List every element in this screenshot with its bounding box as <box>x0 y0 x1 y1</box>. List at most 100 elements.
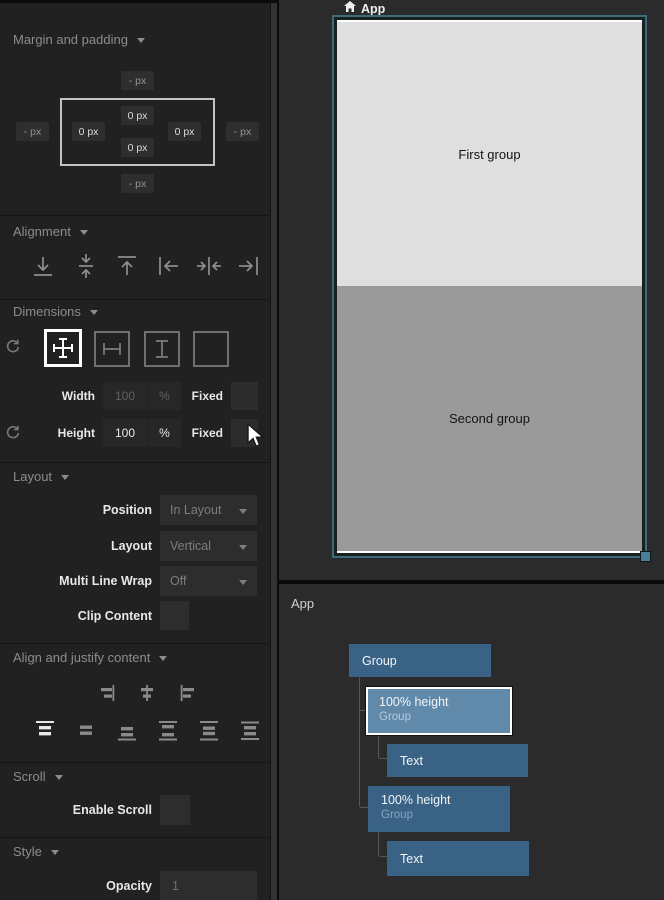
alignment-title: Alignment <box>13 224 71 239</box>
margin-top-input[interactable]: - px <box>121 71 154 90</box>
width-fixed-checkbox[interactable] <box>231 382 258 410</box>
height-label: Height <box>0 426 95 440</box>
chevron-down-icon <box>61 475 69 480</box>
sidebar-edge <box>277 3 279 900</box>
width-label: Width <box>0 389 95 403</box>
multi-line-wrap-dropdown[interactable]: Off <box>160 566 257 596</box>
app-canvas[interactable]: First group Second group <box>337 20 642 553</box>
height-fixed-label: Fixed <box>188 426 223 440</box>
align-top-icon[interactable] <box>114 251 140 281</box>
align-justify-title: Align and justify content <box>13 650 150 665</box>
chevron-down-icon <box>137 38 145 43</box>
align-right-icon[interactable] <box>235 251 263 281</box>
layout-label: Layout <box>0 539 152 553</box>
width-fixed-label: Fixed <box>188 389 223 403</box>
tree-node-group-selected[interactable]: 100% height Group <box>366 687 512 735</box>
margin-padding-title: Margin and padding <box>13 32 128 47</box>
height-unit-select[interactable]: % <box>148 419 181 447</box>
section-header-alignment[interactable]: Alignment <box>13 224 88 239</box>
padding-left-input[interactable]: 0 px <box>72 122 105 141</box>
divider <box>0 643 269 644</box>
first-group-label: First group <box>458 147 520 162</box>
align-bottom-icon[interactable] <box>30 251 56 281</box>
align-content-end-icon[interactable] <box>97 683 117 703</box>
dimension-mode-both-button[interactable] <box>44 329 82 367</box>
justify-content-space-around-icon[interactable] <box>198 719 220 743</box>
properties-sidebar: Margin and padding - px - px - px - px 0… <box>0 0 279 900</box>
section-header-style[interactable]: Style <box>13 844 59 859</box>
justify-content-center-icon[interactable] <box>75 719 97 743</box>
reset-dimensions-icon[interactable] <box>4 338 22 356</box>
dimension-mode-width-button[interactable] <box>94 331 130 367</box>
align-center-horizontal-icon[interactable] <box>195 251 223 281</box>
margin-left-input[interactable]: - px <box>16 122 49 141</box>
enable-scroll-label: Enable Scroll <box>0 803 152 817</box>
tree-node-group-2[interactable]: 100% height Group <box>368 786 510 832</box>
padding-top-input[interactable]: 0 px <box>121 106 154 125</box>
padding-bottom-input[interactable]: 0 px <box>121 138 154 157</box>
justify-content-space-between-icon[interactable] <box>157 719 179 743</box>
justify-content-start-icon[interactable] <box>34 719 56 743</box>
section-header-dimensions[interactable]: Dimensions <box>13 304 98 319</box>
chevron-down-icon <box>90 310 98 315</box>
justify-content-end-icon[interactable] <box>116 719 138 743</box>
panel-divider[interactable] <box>279 580 664 584</box>
style-title: Style <box>13 844 42 859</box>
enable-scroll-checkbox[interactable] <box>160 795 190 825</box>
align-content-start-icon[interactable] <box>178 683 198 703</box>
chevron-down-icon <box>51 850 59 855</box>
first-group[interactable]: First group <box>337 22 642 286</box>
divider <box>0 462 269 463</box>
clip-content-label: Clip Content <box>0 609 152 623</box>
canvas-breadcrumb[interactable]: App <box>344 1 385 16</box>
layout-title: Layout <box>13 469 52 484</box>
divider <box>0 762 269 763</box>
margin-bottom-input[interactable]: - px <box>121 174 154 193</box>
second-group[interactable]: Second group <box>337 286 642 551</box>
dimension-mode-height-button[interactable] <box>144 331 180 367</box>
justify-content-space-evenly-icon[interactable] <box>239 719 261 743</box>
tree-node-text[interactable]: Text <box>387 744 528 777</box>
chevron-down-icon <box>239 509 247 514</box>
width-value-input[interactable]: 100 <box>103 382 147 410</box>
tree-node-text-2[interactable]: Text <box>387 841 529 876</box>
tree-node-group[interactable]: Group <box>349 644 491 677</box>
dimension-mode-free-button[interactable] <box>193 331 229 367</box>
app-root: Margin and padding - px - px - px - px 0… <box>0 0 664 900</box>
sidebar-scrollbar[interactable] <box>270 3 277 900</box>
padding-right-input[interactable]: 0 px <box>168 122 201 141</box>
opacity-label: Opacity <box>0 879 152 893</box>
tree-connector <box>378 832 387 857</box>
section-header-layout[interactable]: Layout <box>13 469 69 484</box>
section-header-margin-padding[interactable]: Margin and padding <box>13 32 145 47</box>
chevron-down-icon <box>239 580 247 585</box>
margin-right-input[interactable]: - px <box>226 122 259 141</box>
section-header-align-justify[interactable]: Align and justify content <box>13 650 167 665</box>
position-label: Position <box>0 503 152 517</box>
section-header-scroll[interactable]: Scroll <box>13 769 63 784</box>
scroll-title: Scroll <box>13 769 46 784</box>
chevron-down-icon <box>239 545 247 550</box>
align-left-icon[interactable] <box>154 251 182 281</box>
height-value-input[interactable]: 100 <box>103 419 147 447</box>
clip-content-checkbox[interactable] <box>160 601 189 630</box>
canvas-resize-handle[interactable] <box>640 551 651 562</box>
divider <box>0 215 269 216</box>
divider <box>0 837 269 838</box>
align-middle-vertical-icon[interactable] <box>73 251 99 281</box>
hierarchy-app-label: App <box>291 596 314 611</box>
second-group-label: Second group <box>449 411 530 426</box>
opacity-input[interactable]: 1 <box>160 871 257 900</box>
tree-connector <box>378 735 387 759</box>
layout-dropdown[interactable]: Vertical <box>160 531 257 561</box>
multi-line-wrap-label: Multi Line Wrap <box>0 574 152 588</box>
divider <box>0 299 269 300</box>
position-dropdown[interactable]: In Layout <box>160 495 257 525</box>
chevron-down-icon <box>159 656 167 661</box>
width-unit-select[interactable]: % <box>148 382 181 410</box>
canvas-app-label: App <box>361 2 385 16</box>
align-content-center-icon[interactable] <box>137 683 157 703</box>
home-icon <box>344 1 356 16</box>
chevron-down-icon <box>80 230 88 235</box>
canvas-frame[interactable]: First group Second group <box>332 15 647 558</box>
